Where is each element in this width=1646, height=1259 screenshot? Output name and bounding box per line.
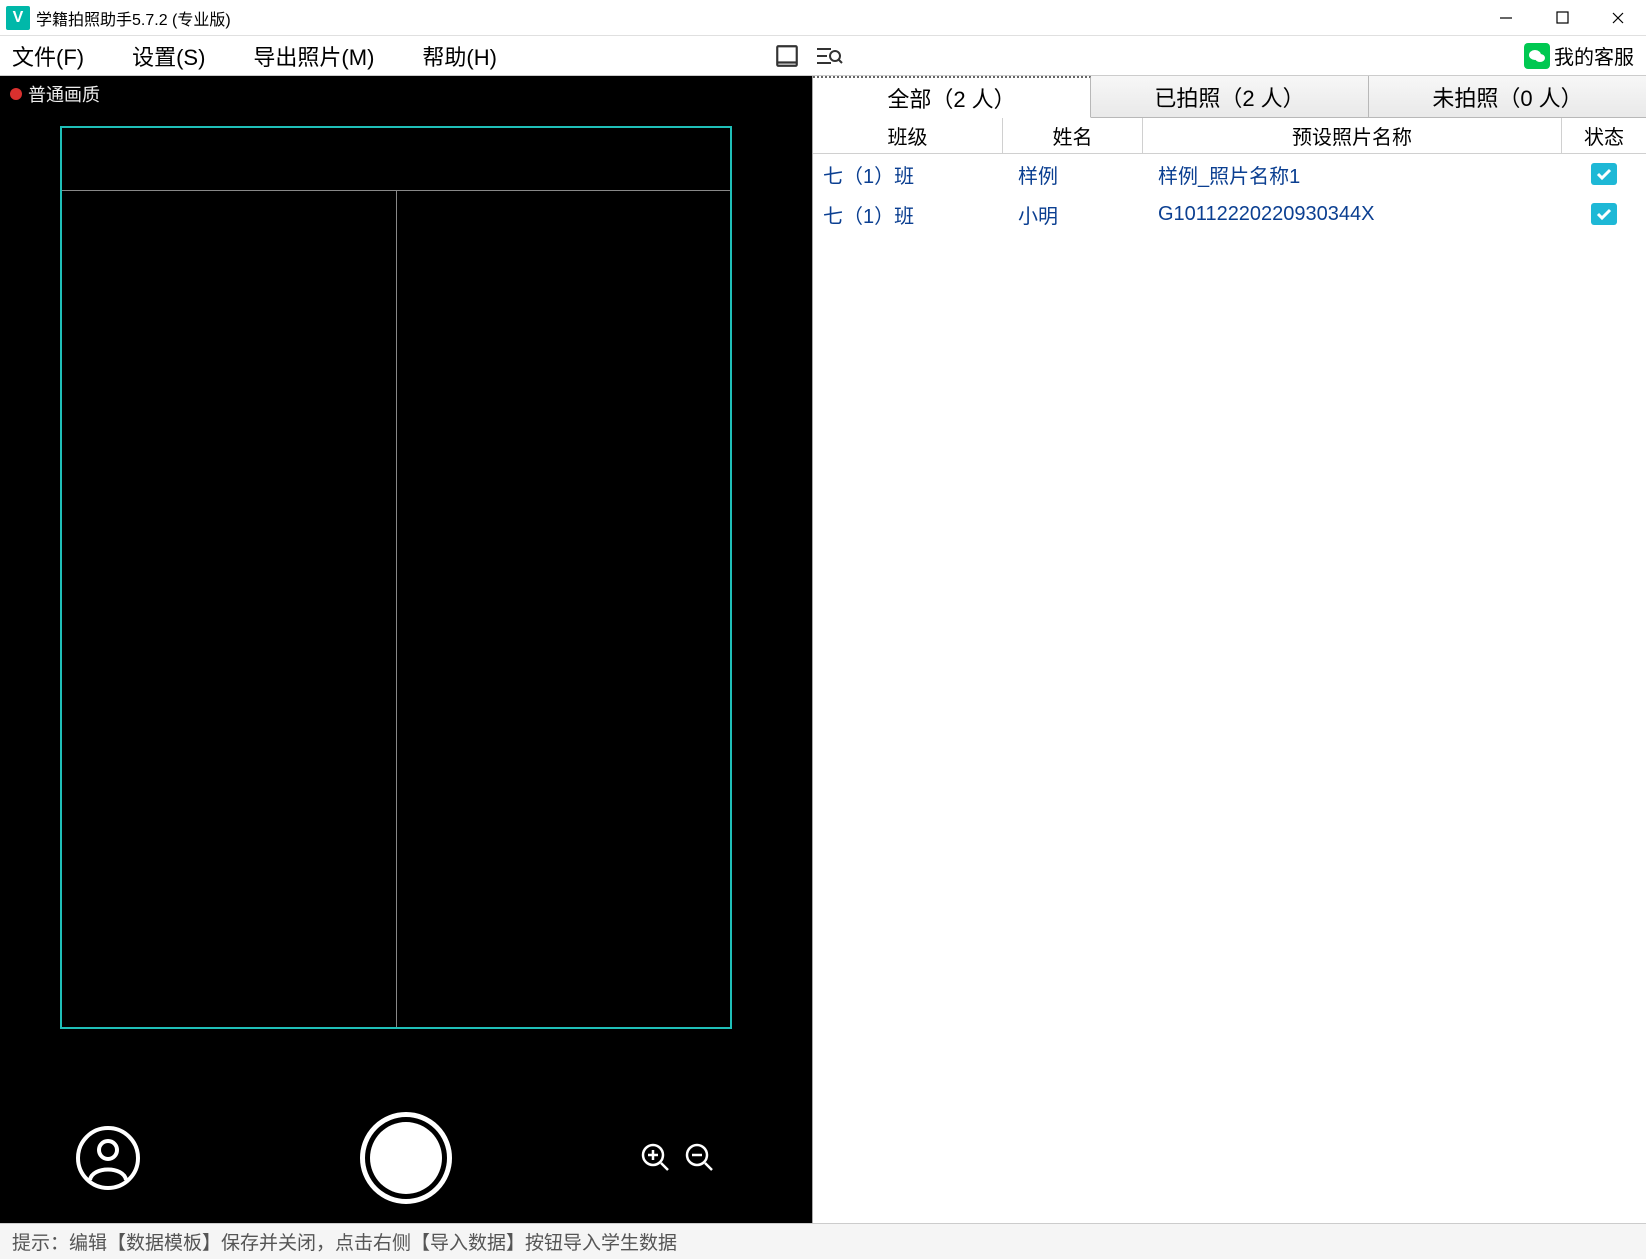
person-overlay-icon[interactable] (780, 82, 802, 107)
window-title: 学籍拍照助手5.7.2 (专业版) (36, 6, 231, 30)
check-icon (1591, 203, 1617, 225)
table-row[interactable]: 七（1）班 样例 样例_照片名称1 (813, 154, 1646, 194)
tab-shot[interactable]: 已拍照（2 人） (1091, 76, 1369, 118)
camera-viewport[interactable] (0, 112, 812, 1093)
camera-panel: 普通画质 (0, 76, 812, 1223)
save-icon[interactable] (772, 41, 802, 71)
cell-status (1562, 203, 1646, 225)
customer-service-button[interactable]: 我的客服 (1524, 41, 1634, 70)
filter-search-icon[interactable] (814, 41, 844, 71)
titlebar: V 学籍拍照助手5.7.2 (专业版) (0, 0, 1646, 36)
column-header-photo-name[interactable]: 预设照片名称 (1143, 118, 1562, 153)
camera-topbar: 普通画质 (0, 76, 812, 112)
camera-bottombar (0, 1093, 812, 1223)
menubar: 文件(F) 设置(S) 导出照片(M) 帮助(H) 我的客服 (0, 36, 1646, 76)
cell-class: 七（1）班 (813, 160, 1008, 189)
tab-all[interactable]: 全部（2 人） (813, 76, 1091, 118)
cell-class: 七（1）班 (813, 200, 1008, 229)
column-header-name[interactable]: 姓名 (1003, 118, 1143, 153)
quality-label: 普通画质 (28, 81, 100, 107)
close-button[interactable] (1590, 0, 1646, 36)
statusbar: 提示：编辑【数据模板】保存并关闭，点击右侧【导入数据】按钮导入学生数据 (0, 1223, 1646, 1259)
data-panel: 全部（2 人） 已拍照（2 人） 未拍照（0 人） 班级 姓名 预设照片名称 状… (812, 76, 1646, 1223)
cell-photo-name: 样例_照片名称1 (1148, 160, 1562, 189)
menu-settings[interactable]: 设置(S) (132, 40, 205, 72)
column-header-status[interactable]: 状态 (1562, 118, 1646, 153)
profile-icon[interactable] (74, 1124, 142, 1192)
tabs: 全部（2 人） 已拍照（2 人） 未拍照（0 人） (813, 76, 1646, 118)
minimize-button[interactable] (1478, 0, 1534, 36)
app-icon: V (6, 6, 30, 30)
grid-icon[interactable] (748, 82, 770, 107)
shutter-button[interactable] (360, 1112, 452, 1204)
table-header: 班级 姓名 预设照片名称 状态 (813, 118, 1646, 154)
column-header-class[interactable]: 班级 (813, 118, 1003, 153)
table-body: 七（1）班 样例 样例_照片名称1 七（1）班 小明 G101122202209… (813, 154, 1646, 1223)
record-indicator-icon (10, 88, 22, 100)
menu-export[interactable]: 导出照片(M) (253, 40, 374, 72)
menu-help[interactable]: 帮助(H) (422, 40, 497, 72)
shutter-inner (370, 1122, 442, 1194)
menu-file[interactable]: 文件(F) (12, 40, 84, 72)
guide-line-vertical (396, 190, 397, 1027)
zoom-in-icon[interactable] (640, 1142, 670, 1175)
cell-status (1562, 163, 1646, 185)
table-row[interactable]: 七（1）班 小明 G10112220220930344X (813, 194, 1646, 234)
check-icon (1591, 163, 1617, 185)
tab-unshot[interactable]: 未拍照（0 人） (1369, 76, 1646, 118)
cell-name: 小明 (1008, 200, 1148, 229)
guide-frame (60, 126, 732, 1029)
wechat-icon (1524, 43, 1550, 69)
cell-photo-name: G10112220220930344X (1148, 203, 1562, 226)
customer-service-label: 我的客服 (1554, 41, 1634, 70)
statusbar-hint: 提示：编辑【数据模板】保存并关闭，点击右侧【导入数据】按钮导入学生数据 (12, 1228, 677, 1255)
cell-name: 样例 (1008, 160, 1148, 189)
maximize-button[interactable] (1534, 0, 1590, 36)
zoom-out-icon[interactable] (684, 1142, 714, 1175)
